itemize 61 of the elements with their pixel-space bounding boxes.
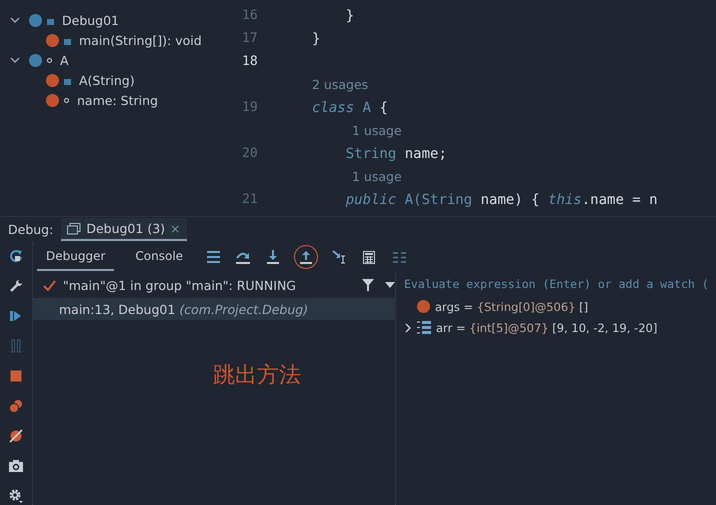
- session-tab[interactable]: Debug01 (3) ×: [61, 218, 187, 241]
- code-line: }: [312, 30, 320, 46]
- step-out-icon[interactable]: [300, 250, 312, 264]
- code-line: class A {: [312, 100, 388, 116]
- tree-item[interactable]: main(String[]): void: [79, 32, 202, 48]
- dot-icon: [64, 98, 69, 102]
- rerun-icon[interactable]: [9, 249, 23, 263]
- dot-icon: [47, 58, 52, 62]
- stop-icon[interactable]: [9, 369, 23, 383]
- stack-frame[interactable]: main:13, Debug01 (com.Project.Debug): [33, 298, 395, 320]
- tree-item[interactable]: A: [60, 52, 69, 68]
- line-number: 20: [241, 146, 259, 161]
- step-over-icon[interactable]: [236, 250, 250, 264]
- variable-value: args = {String[0]@506} []: [435, 300, 588, 314]
- parameter-icon: [417, 300, 430, 313]
- line-number: 16: [241, 8, 259, 23]
- settings-icon[interactable]: [9, 489, 23, 503]
- method-icon: [46, 74, 59, 86]
- resume-icon[interactable]: [9, 309, 23, 323]
- tree-item[interactable]: A(String): [79, 72, 135, 88]
- check-icon: [43, 280, 56, 290]
- breakpoints-icon[interactable]: [9, 399, 23, 413]
- tree-item[interactable]: name: String: [77, 92, 158, 108]
- tree-item[interactable]: Debug01: [62, 12, 120, 28]
- chevron-icon[interactable]: [10, 15, 20, 25]
- debug-label: Debug:: [8, 222, 54, 237]
- thread-selector[interactable]: "main"@1 in group "main": RUNNING: [63, 278, 355, 292]
- trace-icon[interactable]: [392, 252, 406, 262]
- class-icon: [29, 14, 42, 26]
- variable-value: arr = {int[5]@507} [9, 10, -2, 19, -20]: [436, 320, 658, 334]
- usages-hint[interactable]: 1 usage: [312, 123, 402, 138]
- usages-hint[interactable]: 2 usages: [312, 77, 368, 92]
- menu-icon[interactable]: [206, 251, 220, 263]
- mute-breakpoints-icon[interactable]: [9, 429, 23, 443]
- class-icon: [29, 54, 42, 66]
- panel-tab[interactable]: Debugger: [37, 243, 114, 271]
- line-number: 21: [241, 192, 259, 207]
- panel-tab[interactable]: Console: [126, 243, 192, 271]
- camera-icon[interactable]: [9, 459, 23, 473]
- chevron-icon[interactable]: [10, 55, 20, 65]
- step-into-icon[interactable]: [267, 250, 280, 264]
- code-line: public A(String name) { this.name = n: [344, 192, 658, 208]
- line-number: 18: [241, 54, 259, 69]
- field-icon: [46, 94, 59, 106]
- dropdown-icon[interactable]: [385, 282, 395, 288]
- array-icon: [417, 321, 431, 334]
- wrench-icon[interactable]: [9, 279, 23, 293]
- evaluate-field[interactable]: Evaluate expression (Enter) or add a watch (: [404, 272, 716, 296]
- usages-hint[interactable]: 1 usage: [312, 169, 402, 184]
- chevron-icon[interactable]: [404, 322, 412, 332]
- method-icon: [46, 34, 59, 46]
- calculator-icon[interactable]: [363, 250, 376, 264]
- line-number: 19: [241, 100, 259, 115]
- run-to-cursor-icon[interactable]: [332, 250, 346, 264]
- code-line: String name;: [344, 146, 447, 162]
- close-icon[interactable]: ×: [170, 221, 181, 236]
- filter-icon[interactable]: [362, 279, 374, 291]
- code-line: }: [344, 8, 354, 24]
- line-number: 17: [241, 31, 259, 46]
- annotation-text: 跳出方法: [213, 362, 301, 390]
- window-icon: [67, 222, 82, 234]
